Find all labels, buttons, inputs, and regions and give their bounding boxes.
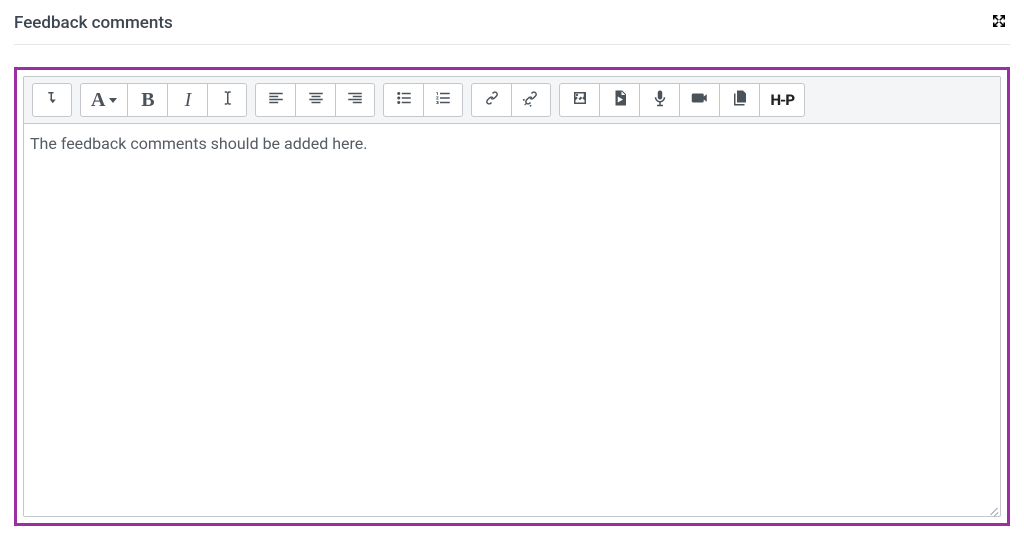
align-right-button[interactable] <box>335 83 375 117</box>
fullscreen-toggle-button[interactable] <box>988 12 1010 34</box>
bullet-list-button[interactable] <box>383 83 423 117</box>
rich-text-editor: A B I <box>23 76 1001 517</box>
align-left-button[interactable] <box>255 83 295 117</box>
insert-image-button[interactable] <box>559 83 599 117</box>
media-file-icon <box>611 89 629 111</box>
align-right-icon <box>346 89 364 111</box>
editor-highlight-frame: A B I <box>14 67 1010 526</box>
toggle-toolbar-button[interactable] <box>32 83 72 117</box>
align-center-button[interactable] <box>295 83 335 117</box>
image-icon <box>571 89 589 111</box>
bold-button[interactable]: B <box>127 83 167 117</box>
text-cursor-button[interactable] <box>207 83 247 117</box>
resize-handle[interactable] <box>986 502 1000 516</box>
italic-button[interactable]: I <box>167 83 207 117</box>
unlink-icon <box>522 89 540 111</box>
bold-icon: B <box>141 89 154 112</box>
bullet-list-icon <box>395 89 413 111</box>
microphone-icon <box>651 89 669 111</box>
italic-icon: I <box>185 89 192 112</box>
unlink-button[interactable] <box>511 83 551 117</box>
video-camera-icon <box>691 89 709 111</box>
record-video-button[interactable] <box>679 83 719 117</box>
editor-content-area[interactable]: The feedback comments should be added he… <box>24 124 1000 516</box>
insert-media-button[interactable] <box>599 83 639 117</box>
expand-icon <box>990 12 1008 34</box>
numbered-list-button[interactable] <box>423 83 463 117</box>
files-icon <box>731 89 749 111</box>
editor-content-text: The feedback comments should be added he… <box>30 134 368 153</box>
align-left-icon <box>267 89 285 111</box>
section-header: Feedback comments <box>14 12 1010 45</box>
caret-down-icon <box>109 98 117 103</box>
paragraph-style-dropdown[interactable]: A <box>80 83 127 117</box>
text-style-icon: A <box>91 89 105 112</box>
arrow-down-right-icon <box>43 89 61 111</box>
link-button[interactable] <box>471 83 511 117</box>
link-icon <box>483 89 501 111</box>
record-audio-button[interactable] <box>639 83 679 117</box>
h5p-icon: H-P <box>770 91 794 109</box>
editor-toolbar: A B I <box>24 77 1000 124</box>
section-title: Feedback comments <box>14 13 173 33</box>
align-center-icon <box>307 89 325 111</box>
insert-h5p-button[interactable]: H-P <box>759 83 805 117</box>
manage-files-button[interactable] <box>719 83 759 117</box>
text-cursor-icon <box>218 89 236 111</box>
numbered-list-icon <box>434 89 452 111</box>
